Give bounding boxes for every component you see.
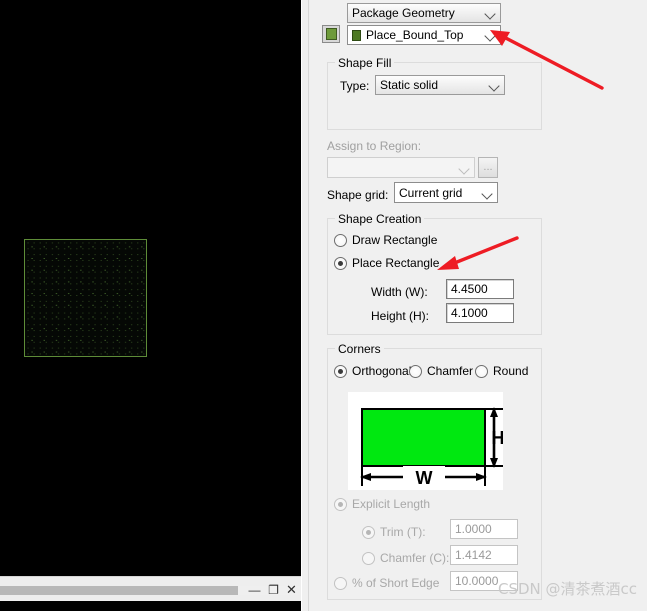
cad-canvas-pane: — ❐ ✕ <box>0 0 301 611</box>
options-panel: Package Geometry Place_Bound_Top Shape F… <box>310 0 647 611</box>
close-icon[interactable]: ✕ <box>283 582 300 598</box>
chevron-down-icon <box>482 4 500 22</box>
radio-dot-icon <box>409 364 422 378</box>
svg-text:H: H <box>492 428 504 448</box>
cad-bottom-edge <box>0 601 301 611</box>
radio-trim-label: Trim (T): <box>380 525 426 539</box>
radio-dot-icon <box>334 497 347 511</box>
shape-grid-value: Current grid <box>399 185 463 200</box>
shape-creation-title: Shape Creation <box>335 212 425 226</box>
minimize-icon[interactable]: — <box>246 582 263 598</box>
subclass-value: Place_Bound_Top <box>366 28 464 42</box>
shape-grid-combo[interactable]: Current grid <box>394 182 498 203</box>
radio-explicit-length[interactable]: Explicit Length <box>334 497 430 511</box>
radio-dot-icon <box>362 525 375 539</box>
trim-input[interactable]: 1.0000 <box>450 519 518 539</box>
subclass-color-swatch-button[interactable] <box>322 25 340 43</box>
height-input[interactable]: 4.1000 <box>446 303 514 323</box>
assign-region-browse-button[interactable]: ... <box>478 157 498 178</box>
radio-dot-icon <box>475 364 488 378</box>
radio-dot-icon <box>334 256 347 270</box>
subclass-combo[interactable]: Place_Bound_Top <box>347 25 501 45</box>
chevron-down-icon <box>456 159 474 177</box>
fill-type-combo[interactable]: Static solid <box>375 75 505 95</box>
maximize-icon[interactable]: ❐ <box>265 582 282 598</box>
width-input[interactable]: 4.4500 <box>446 279 514 299</box>
shape-fill-title: Shape Fill <box>335 56 395 70</box>
assign-region-label: Assign to Region: <box>327 139 422 153</box>
pane-divider-line <box>308 0 309 611</box>
radio-place-rectangle-label: Place Rectangle <box>352 256 440 270</box>
app-window: — ❐ ✕ Package Geometry Place_Bound_Top S… <box>0 0 647 611</box>
horizontal-scrollbar-thumb[interactable] <box>0 586 238 595</box>
radio-round-label: Round <box>493 364 529 378</box>
radio-dot-icon <box>334 364 347 378</box>
radio-chamfer-length-label: Chamfer (C): <box>380 551 450 565</box>
place-bound-rectangle-shape[interactable] <box>24 239 147 357</box>
chevron-down-icon <box>479 184 497 202</box>
radio-orthogonal[interactable]: Orthogonal <box>334 364 411 378</box>
shape-fill-group: Shape Fill <box>327 56 542 130</box>
corners-title: Corners <box>335 342 384 356</box>
fill-type-value: Static solid <box>380 78 439 92</box>
width-label: Width (W): <box>371 285 428 299</box>
geometry-class-value: Package Geometry <box>352 6 455 20</box>
watermark-text: CSDN @清茶煮酒cc <box>498 580 638 598</box>
svg-text:W: W <box>416 468 433 488</box>
radio-dot-icon <box>334 233 347 247</box>
cad-drawing-area[interactable] <box>0 0 301 576</box>
radio-explicit-length-label: Explicit Length <box>352 497 431 511</box>
radio-chamfer[interactable]: Chamfer <box>409 364 473 378</box>
radio-draw-rectangle[interactable]: Draw Rectangle <box>334 233 437 247</box>
radio-draw-rectangle-label: Draw Rectangle <box>352 233 438 247</box>
subclass-color-chip <box>352 29 361 41</box>
radio-chamfer-length[interactable]: Chamfer (C): <box>362 551 449 565</box>
geometry-class-combo[interactable]: Package Geometry <box>347 3 501 23</box>
corner-preview-image: H W <box>348 392 505 490</box>
fill-type-label: Type: <box>340 79 370 93</box>
radio-dot-icon <box>334 576 347 590</box>
radio-short-edge-label: % of Short Edge <box>352 576 440 590</box>
radio-orthogonal-label: Orthogonal <box>352 364 412 378</box>
color-swatch <box>325 28 337 40</box>
shape-grid-label: Shape grid: <box>327 188 389 202</box>
chamfer-input[interactable]: 1.4142 <box>450 545 518 565</box>
radio-dot-icon <box>362 551 375 565</box>
radio-round[interactable]: Round <box>475 364 528 378</box>
assign-region-combo[interactable] <box>327 157 475 178</box>
radio-trim[interactable]: Trim (T): <box>362 525 426 539</box>
radio-place-rectangle[interactable]: Place Rectangle <box>334 256 439 270</box>
radio-short-edge[interactable]: % of Short Edge <box>334 576 439 590</box>
rectangle-dimension-diagram: H W <box>360 407 505 488</box>
radio-chamfer-label: Chamfer <box>427 364 474 378</box>
chevron-down-icon <box>482 26 500 44</box>
chevron-down-icon <box>486 76 504 94</box>
height-label: Height (H): <box>371 309 430 323</box>
